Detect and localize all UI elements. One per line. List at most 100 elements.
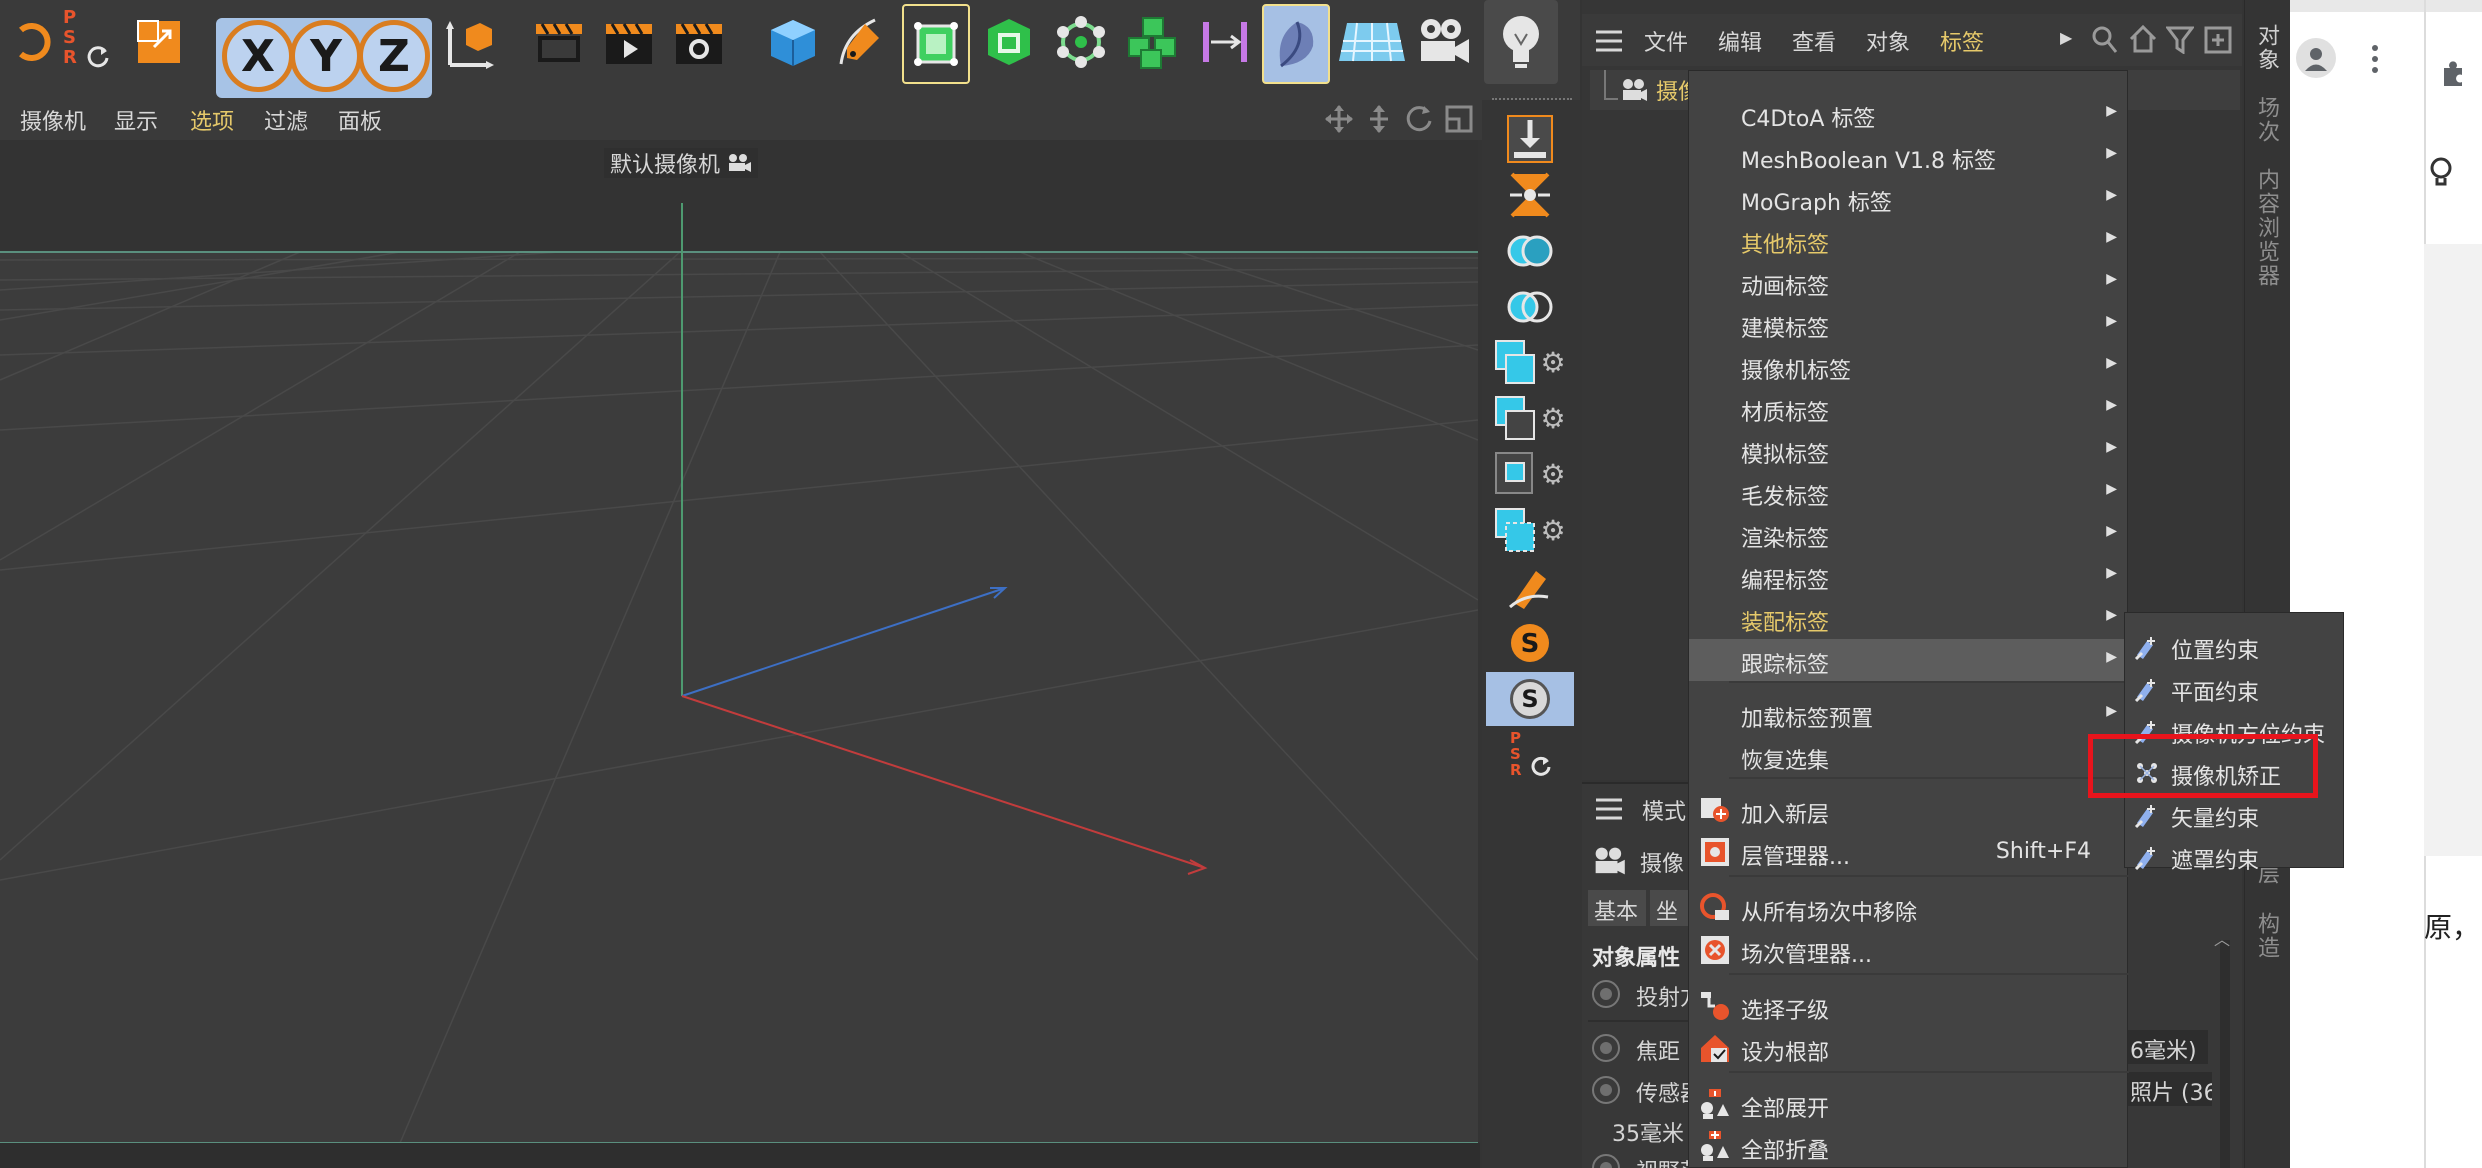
om-menu-edit[interactable]: 编辑 bbox=[1718, 25, 1762, 57]
light-object-icon[interactable] bbox=[1484, 0, 1558, 84]
psr-reset-button[interactable]: P S R bbox=[50, 0, 120, 84]
snap-s-button[interactable]: S bbox=[1486, 616, 1574, 670]
attributes-tab-coords[interactable]: 坐标 bbox=[1650, 890, 1688, 926]
tag-menu-item[interactable]: 层管理器... Shift+F4 bbox=[1689, 831, 2129, 873]
new-window-icon[interactable] bbox=[2204, 26, 2232, 54]
tag-menu-item[interactable]: 从所有场次中移除 bbox=[1689, 887, 2129, 929]
sketch-tool-button[interactable] bbox=[1486, 560, 1574, 614]
snap-toggle-button[interactable]: S bbox=[1486, 672, 1574, 726]
tag-menu-item[interactable]: 材质标签 ▶ bbox=[1689, 387, 2129, 429]
tag-menu-item[interactable]: 模拟标签 ▶ bbox=[1689, 429, 2129, 471]
tag-menu-item[interactable]: 全部展开 bbox=[1689, 1083, 2129, 1125]
search-icon[interactable] bbox=[2092, 26, 2118, 54]
tag-menu-item[interactable]: 加入新层 bbox=[1689, 789, 2129, 831]
attributes-tab-basic[interactable]: 基本 bbox=[1588, 890, 1646, 926]
tag-menu-item[interactable]: 建模标签 ▶ bbox=[1689, 303, 2129, 345]
tracking-item-vector-constraint[interactable]: 矢量约束 bbox=[2125, 793, 2345, 835]
attributes-menu-icon[interactable] bbox=[1594, 796, 1624, 822]
more-options-icon[interactable] bbox=[2370, 44, 2380, 74]
tag-menu-item[interactable]: 设为根部 bbox=[1689, 1027, 2129, 1069]
om-menu-object[interactable]: 对象 bbox=[1866, 25, 1910, 57]
cube-primitive-icon[interactable] bbox=[760, 0, 826, 84]
puzzle-extension-icon[interactable] bbox=[2438, 58, 2468, 88]
side-tab-objects[interactable]: 对象 bbox=[2252, 24, 2282, 72]
render-settings-icon[interactable] bbox=[666, 0, 732, 84]
coordinate-system-icon[interactable] bbox=[438, 0, 504, 84]
side-tab-structure[interactable]: 构造 bbox=[2252, 912, 2282, 960]
om-menu-more-arrow[interactable]: ▶ bbox=[2060, 28, 2072, 47]
tag-menu-item[interactable]: 摄像机标签 ▶ bbox=[1689, 345, 2129, 387]
scroll-up-arrow[interactable]: ︿ bbox=[2214, 926, 2230, 950]
zoom-view-icon[interactable] bbox=[1364, 104, 1394, 134]
home-icon[interactable] bbox=[2128, 24, 2158, 54]
psr-reset-palette-button[interactable]: P S R bbox=[1486, 728, 1574, 782]
boolean-union-button[interactable] bbox=[1486, 224, 1574, 278]
tag-menu-item[interactable]: 动画标签 ▶ bbox=[1689, 261, 2129, 303]
viewport-menu-options[interactable]: 选项 bbox=[190, 104, 234, 136]
tag-menu-item[interactable]: 其他标签 ▶ bbox=[1689, 219, 2129, 261]
tag-menu-item[interactable]: 渲染标签 ▶ bbox=[1689, 513, 2129, 555]
tag-menu-item[interactable]: 编程标签 ▶ bbox=[1689, 555, 2129, 597]
subdivision-surface-icon[interactable] bbox=[902, 4, 970, 84]
tag-menu-item[interactable]: MeshBoolean V1.8 标签 ▶ bbox=[1689, 135, 2129, 177]
tag-menu-item[interactable]: 场次管理器... bbox=[1689, 929, 2129, 971]
maximize-view-icon[interactable] bbox=[1444, 104, 1474, 134]
cubes-cloner-icon[interactable] bbox=[1120, 0, 1186, 84]
tag-menu-item[interactable]: C4DtoA 标签 ▶ bbox=[1689, 93, 2129, 135]
move-view-icon[interactable] bbox=[1324, 104, 1354, 134]
render-picture-viewer-icon[interactable] bbox=[596, 0, 662, 84]
tracking-item-position-constraint[interactable]: 位置约束 bbox=[2125, 625, 2345, 667]
drop-to-floor-button[interactable] bbox=[1486, 112, 1574, 166]
deformer-icon[interactable] bbox=[1192, 0, 1258, 84]
gear-icon[interactable]: ⚙ bbox=[1536, 458, 1570, 492]
tag-menu-item[interactable]: 毛发标签 ▶ bbox=[1689, 471, 2129, 513]
side-tab-takes[interactable]: 场次 bbox=[2252, 96, 2282, 144]
y-axis-button[interactable]: Y bbox=[290, 20, 362, 92]
tag-menu-item[interactable]: 跟踪标签 ▶ bbox=[1689, 639, 2129, 681]
projection-radio[interactable] bbox=[1592, 980, 1620, 1008]
boolean-intersect-button[interactable] bbox=[1486, 280, 1574, 334]
x-axis-button[interactable]: X bbox=[222, 20, 294, 92]
tracking-item-mask-constraint[interactable]: 遮罩约束 bbox=[2125, 835, 2345, 877]
center-axis-button[interactable] bbox=[1486, 168, 1574, 222]
tag-menu-item[interactable]: 恢复选集 bbox=[1689, 735, 2129, 777]
tracking-item-plane-constraint[interactable]: 平面约束 bbox=[2125, 667, 2345, 709]
viewport-menu-camera[interactable]: 摄像机 bbox=[20, 104, 86, 136]
viewport-menu-panel[interactable]: 面板 bbox=[338, 104, 382, 136]
camera-object-icon[interactable] bbox=[1410, 0, 1476, 84]
viewport-menu-filter[interactable]: 过滤 bbox=[264, 104, 308, 136]
attributes-scrollbar[interactable] bbox=[2220, 940, 2230, 1168]
mograph-cloner-icon[interactable] bbox=[1048, 0, 1114, 84]
tag-menu-item[interactable]: 加载标签预置 ▶ bbox=[1689, 693, 2129, 735]
field-object-icon[interactable] bbox=[1262, 4, 1330, 84]
om-menu-view[interactable]: 查看 bbox=[1792, 25, 1836, 57]
tag-menu-item[interactable]: MoGraph 标签 ▶ bbox=[1689, 177, 2129, 219]
z-axis-button[interactable]: Z bbox=[358, 20, 430, 92]
gear-icon[interactable]: ⚙ bbox=[1536, 346, 1570, 380]
tag-menu-item[interactable]: 装配标签 ▶ bbox=[1689, 597, 2129, 639]
om-menu-file[interactable]: 文件 bbox=[1644, 25, 1688, 57]
scale-tool-icon[interactable] bbox=[126, 0, 192, 84]
focal-length-radio[interactable] bbox=[1592, 1034, 1620, 1062]
hamburger-menu-icon[interactable] bbox=[1594, 28, 1624, 54]
tag-menu-item[interactable]: 选择子级 bbox=[1689, 985, 2129, 1027]
viewport-3d[interactable]: 默认摄像机 bbox=[0, 140, 1478, 1143]
sensor-dropdown[interactable]: 照片 (36 bbox=[2128, 1072, 2212, 1106]
floor-object-icon[interactable] bbox=[1334, 0, 1410, 84]
side-tab-content-browser[interactable]: 内容浏览器 bbox=[2252, 168, 2282, 288]
viewport-menu-display[interactable]: 显示 bbox=[114, 104, 158, 136]
focal-value-field[interactable]: 6毫米) bbox=[2128, 1030, 2208, 1064]
gear-icon[interactable]: ⚙ bbox=[1536, 402, 1570, 436]
om-tree-line bbox=[1604, 70, 1618, 100]
gear-icon[interactable]: ⚙ bbox=[1536, 514, 1570, 548]
filter-icon[interactable] bbox=[2166, 26, 2194, 54]
pen-spline-icon[interactable] bbox=[830, 0, 896, 84]
sensor-size-radio[interactable] bbox=[1592, 1076, 1620, 1104]
attributes-mode-label[interactable]: 模式 bbox=[1642, 794, 1686, 826]
array-object-icon[interactable] bbox=[976, 0, 1042, 84]
render-view-icon[interactable] bbox=[526, 0, 592, 84]
rotate-view-icon[interactable] bbox=[1404, 104, 1434, 134]
lightbulb-icon[interactable] bbox=[2428, 156, 2454, 190]
om-menu-tags[interactable]: 标签 bbox=[1940, 25, 1984, 57]
tag-menu-item[interactable]: 全部折叠 bbox=[1689, 1125, 2129, 1167]
